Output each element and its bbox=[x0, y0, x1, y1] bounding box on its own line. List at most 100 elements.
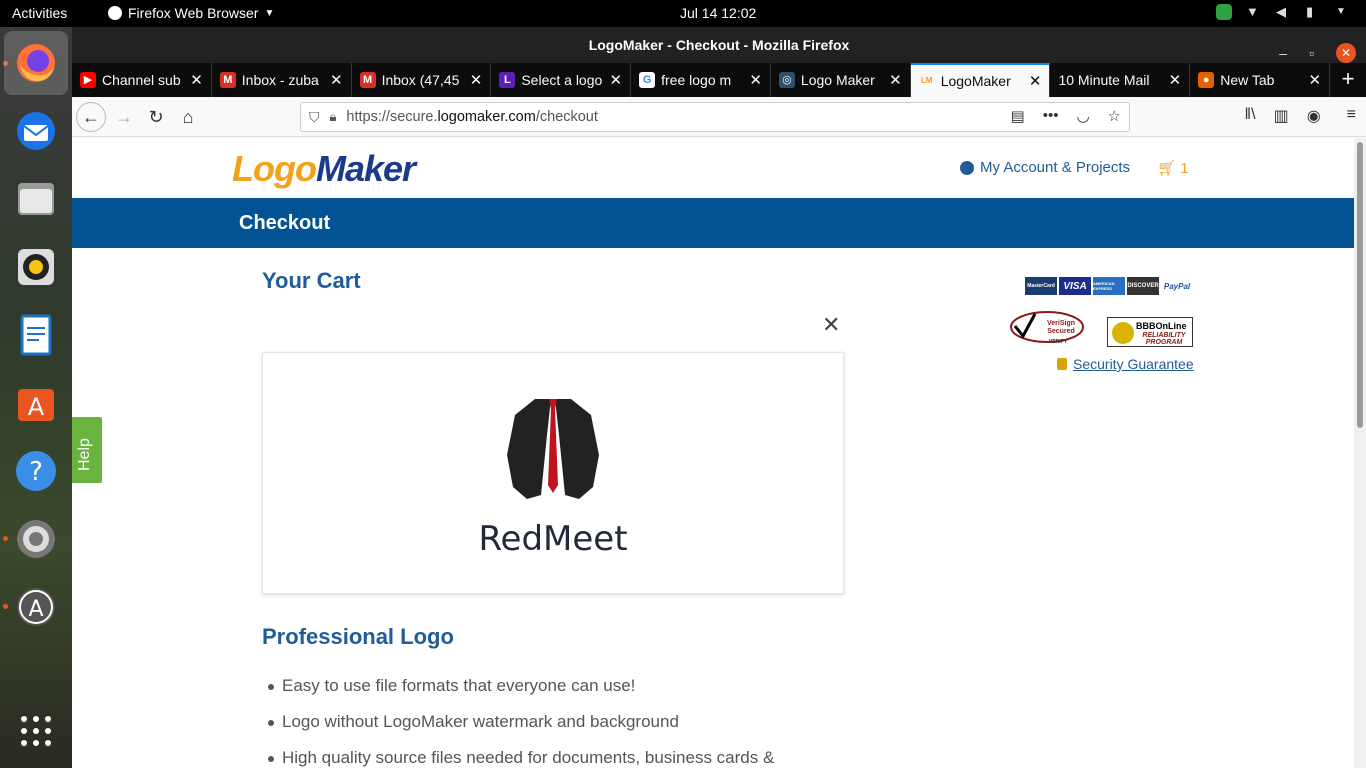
lock-icon[interactable]: 🔒︎ bbox=[330, 109, 337, 125]
navigation-toolbar: ← → ↻ ⌂ ⛉ 🔒︎ https://secure.logomaker.co… bbox=[72, 97, 1366, 137]
brand-name: RedMeet bbox=[478, 519, 628, 559]
tab-label: Logo Maker bbox=[800, 72, 875, 88]
tab-3[interactable]: M Inbox (47,45 ✕ bbox=[352, 63, 492, 97]
page-scrollbar[interactable] bbox=[1354, 138, 1366, 768]
cart-count: 1 bbox=[1180, 160, 1189, 177]
pocket-icon[interactable]: ◡ bbox=[1076, 107, 1089, 125]
tab-label: New Tab bbox=[1220, 72, 1275, 88]
youtube-icon: ▶ bbox=[80, 72, 96, 88]
page-actions-icon[interactable]: ••• bbox=[1043, 107, 1059, 125]
library-icon[interactable]: ‖\ bbox=[1245, 106, 1256, 126]
visa-icon: VISA bbox=[1059, 277, 1091, 295]
verisign-badge[interactable]: VeriSign Secured VERIFY bbox=[1009, 310, 1085, 346]
product-title: Professional Logo bbox=[262, 624, 454, 649]
tab-label: Inbox - zuba bbox=[241, 72, 319, 88]
close-tab-icon[interactable]: ✕ bbox=[190, 71, 203, 89]
bookmark-star-icon[interactable]: ☆ bbox=[1108, 107, 1121, 125]
suit-logo-image bbox=[507, 399, 599, 499]
tab-7[interactable]: LM LogoMaker ✕ bbox=[910, 63, 1051, 97]
reader-view-icon[interactable]: ▤ bbox=[1011, 107, 1025, 125]
bbb-badge[interactable]: BBBOnLine RELIABILITY PROGRAM bbox=[1107, 317, 1193, 347]
software-icon[interactable]: A bbox=[12, 379, 60, 427]
activities-button[interactable]: Activities bbox=[12, 5, 67, 21]
account-icon[interactable]: ◉ bbox=[1307, 106, 1321, 126]
tracking-shield-icon[interactable]: ⛉ bbox=[309, 109, 320, 126]
feature-list: Easy to use file formats that everyone c… bbox=[268, 676, 774, 768]
list-item: Logo without LogoMaker watermark and bac… bbox=[268, 712, 774, 732]
gmail-icon: M bbox=[359, 72, 376, 88]
tab-8[interactable]: 10 Minute Mail ✕ bbox=[1050, 63, 1191, 97]
scrollbar-thumb[interactable] bbox=[1357, 142, 1363, 428]
tab-6[interactable]: ◎ Logo Maker ✕ bbox=[771, 63, 911, 97]
firefox-window: LogoMaker - Checkout - Mozilla Firefox –… bbox=[72, 27, 1366, 768]
close-tab-icon[interactable]: ✕ bbox=[610, 71, 623, 89]
settings-icon[interactable] bbox=[12, 515, 60, 563]
tab-label: Inbox (47,45 bbox=[381, 72, 460, 88]
window-title: LogoMaker - Checkout - Mozilla Firefox bbox=[588, 37, 850, 53]
rhythmbox-icon[interactable] bbox=[12, 243, 60, 291]
dock: A ? A bbox=[0, 27, 72, 768]
url-bar[interactable]: ⛉ 🔒︎ https://secure.logomaker.com/checko… bbox=[300, 102, 1130, 132]
tab-4[interactable]: L Select a logo ✕ bbox=[491, 63, 632, 97]
security-guarantee-link[interactable]: Security Guarantee bbox=[1057, 356, 1194, 372]
tab-label: Select a logo bbox=[521, 72, 603, 88]
firefox-icon: ● bbox=[1198, 72, 1215, 88]
svg-text:?: ? bbox=[29, 457, 43, 487]
reload-button[interactable]: ↻ bbox=[142, 103, 170, 131]
remove-item-icon[interactable]: ✕ bbox=[822, 312, 840, 338]
firefox-icon bbox=[108, 6, 122, 20]
close-tab-icon[interactable]: ✕ bbox=[1169, 71, 1182, 89]
list-item: High quality source files needed for doc… bbox=[268, 748, 774, 768]
amex-icon: AMERICAN EXPRESS bbox=[1093, 277, 1125, 295]
close-tab-icon[interactable]: ✕ bbox=[889, 71, 902, 89]
back-button[interactable]: ← bbox=[76, 102, 106, 132]
flo-icon: ◎ bbox=[778, 72, 795, 88]
shield-check-icon[interactable] bbox=[1216, 4, 1232, 20]
tab-5[interactable]: Gfree logo m ✕ bbox=[631, 63, 771, 97]
thunderbird-icon[interactable] bbox=[12, 107, 60, 155]
tab-label: Channel sub bbox=[102, 72, 181, 88]
close-tab-icon[interactable]: ✕ bbox=[470, 71, 483, 89]
my-account-link[interactable]: My Account & Projects bbox=[960, 159, 1130, 176]
tab-strip: ▶ Channel sub ✕ M Inbox - zuba ✕ M Inbox (47,45… bbox=[72, 63, 1366, 97]
chevron-down-icon: ▼ bbox=[1336, 6, 1346, 17]
gmail-icon: M bbox=[219, 72, 236, 88]
writer-icon[interactable] bbox=[12, 311, 60, 359]
tab-9[interactable]: ● New Tab ✕ bbox=[1190, 63, 1331, 97]
updater-icon[interactable]: A bbox=[12, 583, 60, 631]
running-indicator bbox=[3, 604, 8, 609]
close-icon[interactable]: ✕ bbox=[1336, 43, 1356, 63]
svg-text:A: A bbox=[28, 597, 43, 622]
tab-label: free logo m bbox=[661, 72, 732, 88]
system-tray[interactable]: ▼ ◀ ▮ ▼ bbox=[1216, 4, 1352, 20]
logomaker-logo[interactable]: LogoMaker bbox=[232, 148, 416, 190]
clock[interactable]: Jul 14 12:02 bbox=[680, 5, 756, 21]
close-tab-icon[interactable]: ✕ bbox=[1029, 72, 1042, 90]
wifi-icon: ▼ bbox=[1246, 4, 1259, 19]
chevron-down-icon: ▼ bbox=[264, 7, 275, 19]
cart-link[interactable]: 🛒︎ 1 bbox=[1157, 159, 1189, 177]
help-tab-button[interactable]: Help bbox=[72, 415, 104, 485]
files-icon[interactable] bbox=[12, 175, 60, 223]
app-menu[interactable]: Firefox Web Browser ▼ bbox=[108, 5, 274, 21]
close-tab-icon[interactable]: ✕ bbox=[749, 71, 762, 89]
close-tab-icon[interactable]: ✕ bbox=[330, 71, 343, 89]
forward-button[interactable]: → bbox=[110, 103, 138, 131]
sidebar-icon[interactable]: ▥ bbox=[1274, 106, 1289, 126]
cart-icon: 🛒︎ bbox=[1157, 160, 1177, 177]
tab-1[interactable]: ▶ Channel sub ✕ bbox=[72, 63, 212, 97]
firefox-icon[interactable] bbox=[4, 31, 68, 95]
close-tab-icon[interactable]: ✕ bbox=[1308, 71, 1321, 89]
url-text[interactable]: https://secure.logomaker.com/checkout bbox=[346, 109, 597, 125]
logomaker-icon: LM bbox=[920, 76, 933, 85]
list-item: Easy to use file formats that everyone c… bbox=[268, 676, 774, 696]
google-icon: G bbox=[639, 72, 656, 88]
help-icon[interactable]: ? bbox=[12, 447, 60, 495]
apps-grid-icon[interactable] bbox=[12, 707, 60, 755]
menu-icon[interactable]: ≡ bbox=[1347, 106, 1356, 126]
system-top-bar: Activities Firefox Web Browser ▼ Jul 14 … bbox=[0, 0, 1366, 27]
discover-icon: DISCOVER bbox=[1127, 277, 1159, 295]
new-tab-button[interactable]: + bbox=[1330, 63, 1366, 97]
home-button[interactable]: ⌂ bbox=[174, 103, 202, 131]
tab-2[interactable]: M Inbox - zuba ✕ bbox=[212, 63, 352, 97]
